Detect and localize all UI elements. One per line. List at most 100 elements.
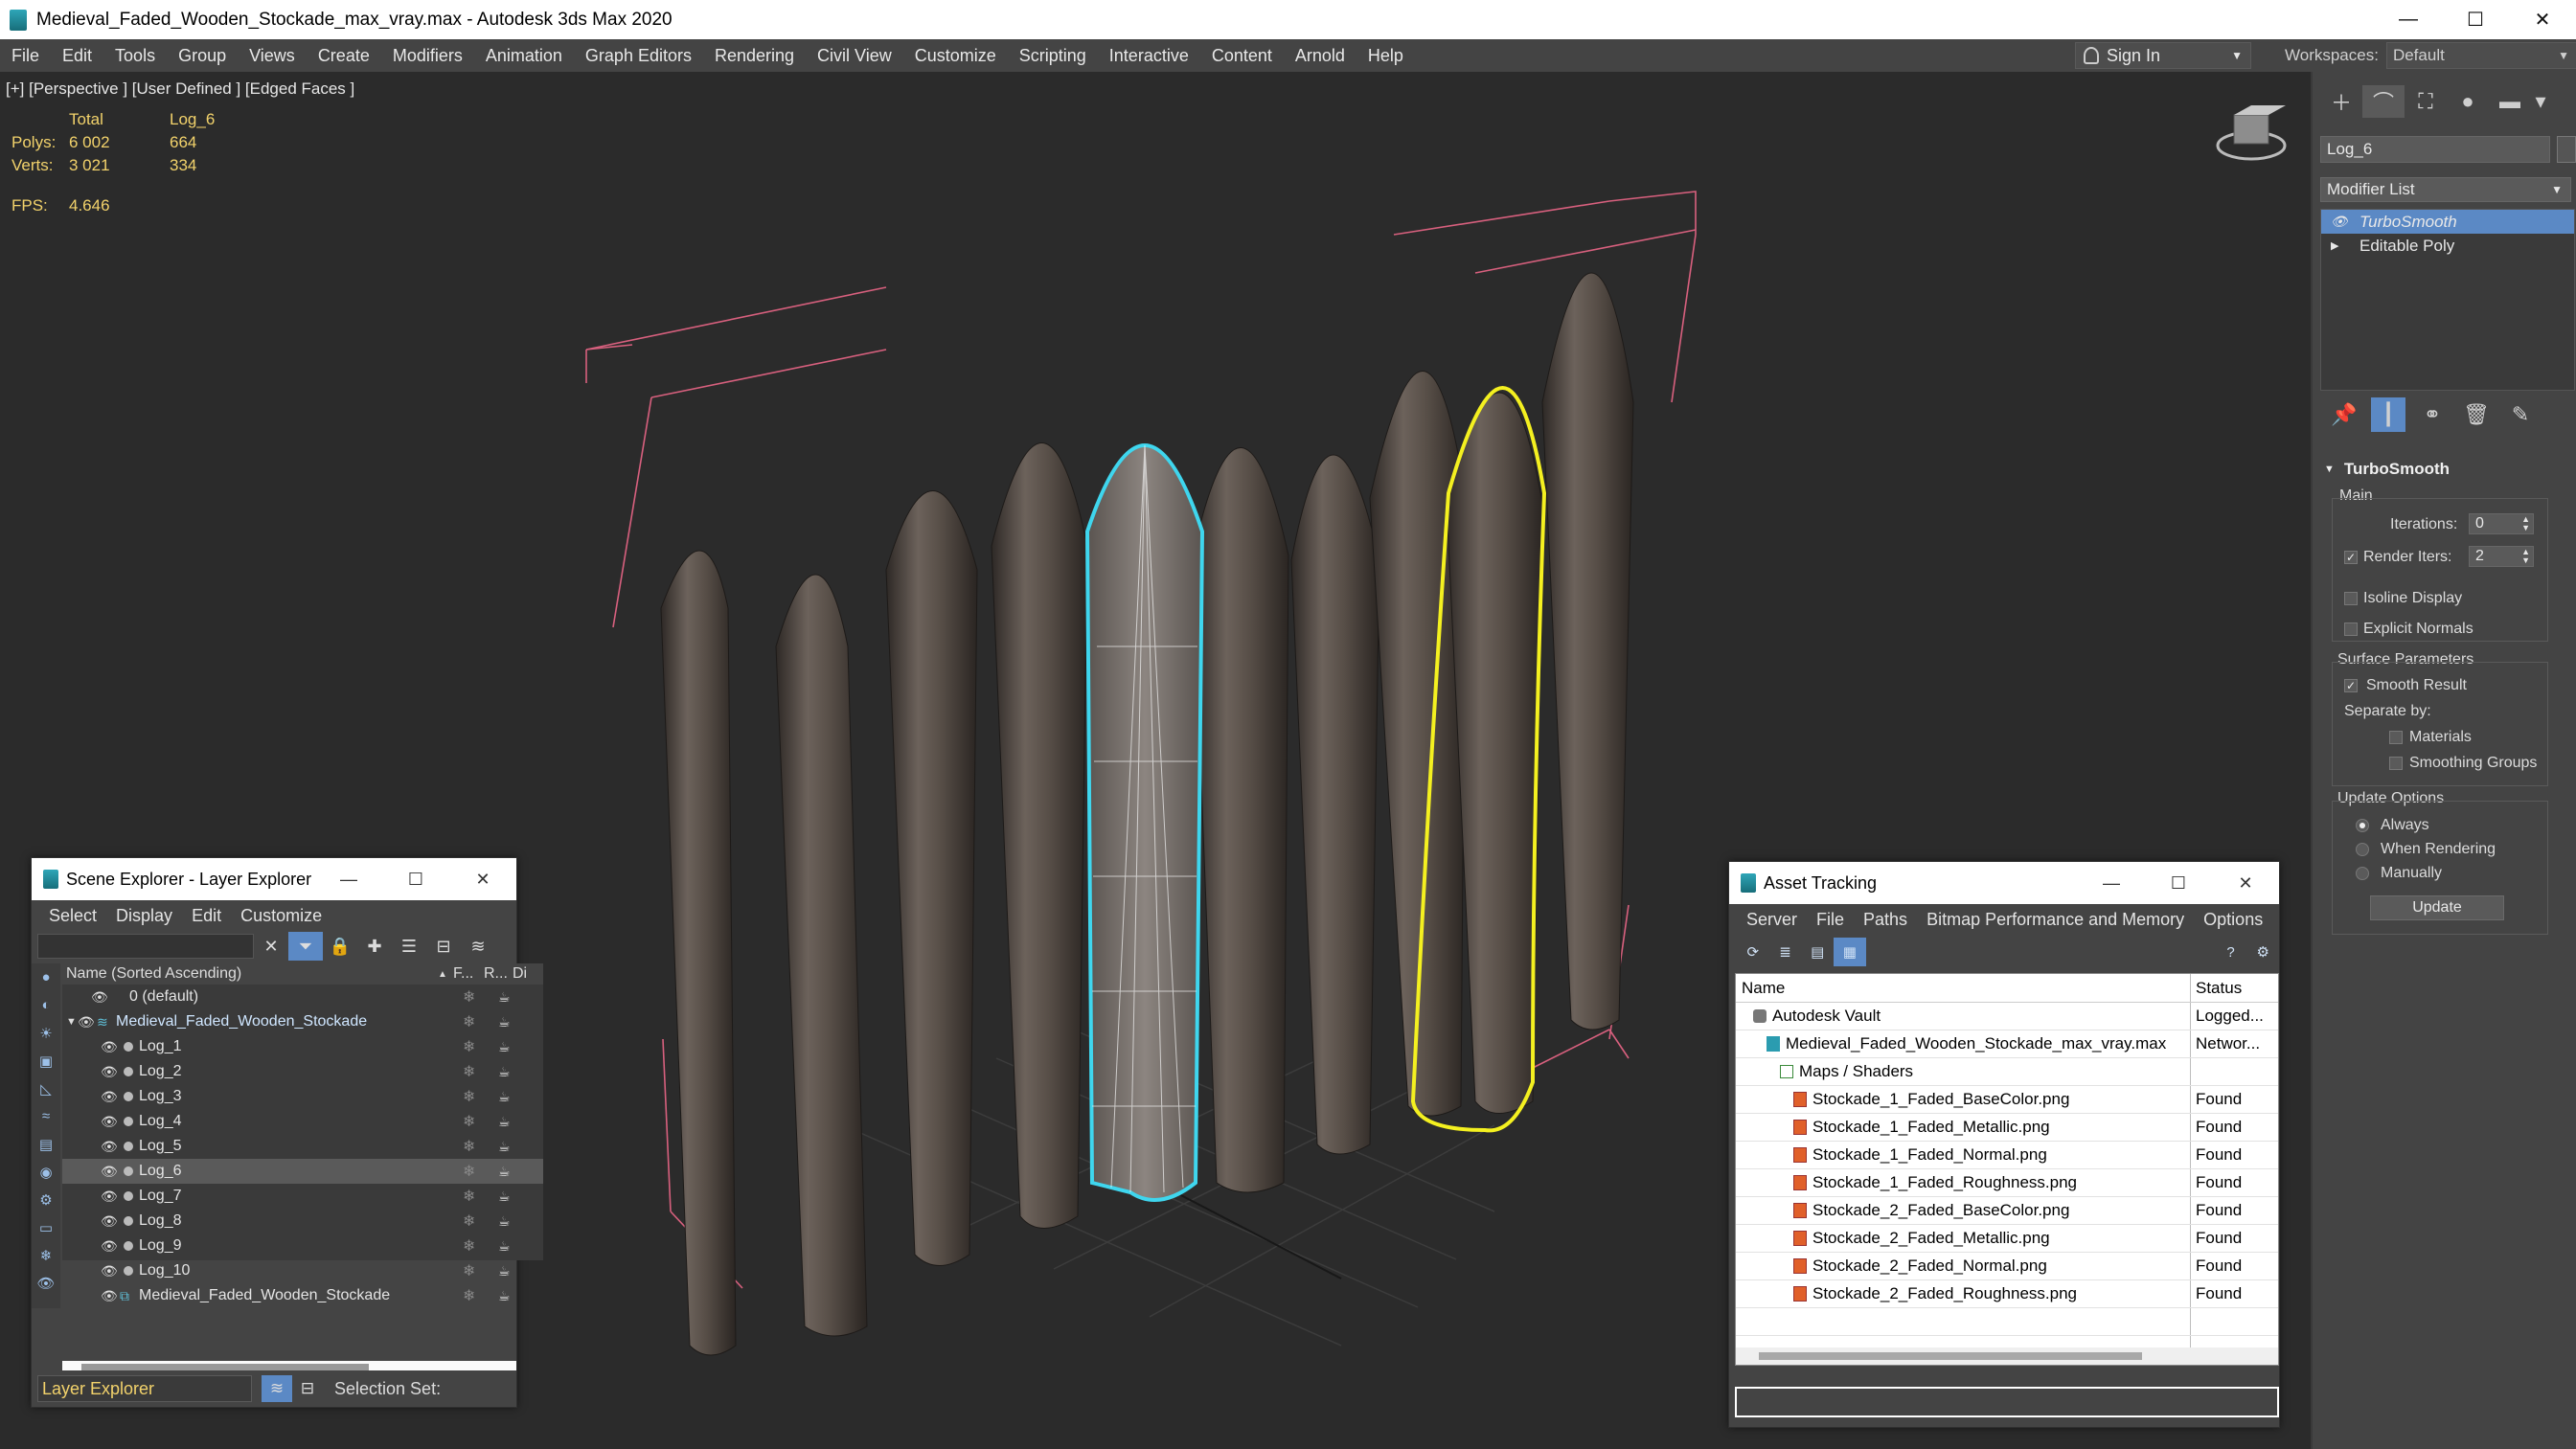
freeze-icon[interactable]: ❄ xyxy=(463,1112,475,1131)
at-scroll-thumb[interactable] xyxy=(1759,1352,2142,1360)
layer-explorer-dropdown[interactable]: Layer Explorer xyxy=(37,1375,252,1402)
maximize-button[interactable]: ☐ xyxy=(2442,0,2509,39)
freeze-icon[interactable]: ❄ xyxy=(463,1012,475,1031)
freeze-icon[interactable]: ❄ xyxy=(463,1236,475,1256)
at-menu-file[interactable]: File xyxy=(1807,910,1854,930)
maximize-button[interactable]: ☐ xyxy=(2145,862,2212,904)
menu-edit[interactable]: Edit xyxy=(51,46,103,66)
at-menu-paths[interactable]: Paths xyxy=(1854,910,1917,930)
show-end-result-icon[interactable]: ┃ xyxy=(2371,397,2405,432)
se-tree-row[interactable]: 👁 Log_10 ❄ ☕ xyxy=(62,1258,543,1283)
freeze-icon[interactable]: ❄ xyxy=(463,1187,475,1206)
menu-file[interactable]: File xyxy=(0,46,51,66)
se-menu-display[interactable]: Display xyxy=(106,906,182,926)
visibility-filter-icon[interactable]: 👁 xyxy=(32,1269,60,1297)
table-view-icon[interactable]: ▦ xyxy=(1834,938,1866,966)
renderable-teapot-icon[interactable]: ☕ xyxy=(498,989,511,1006)
freeze-icon[interactable]: ❄ xyxy=(463,1037,475,1056)
settings-icon[interactable]: ⚙ xyxy=(2246,938,2279,966)
renderable-teapot-icon[interactable]: ☕ xyxy=(498,1139,511,1155)
smoothing-groups-checkbox[interactable] xyxy=(2389,757,2403,770)
clear-search-icon[interactable]: ✕ xyxy=(254,932,288,961)
eye-icon[interactable]: 👁 xyxy=(101,1164,118,1180)
renderable-teapot-icon[interactable]: ☕ xyxy=(498,1213,511,1230)
render-iters-spinner[interactable]: 2 ▲ ▼ xyxy=(2469,546,2534,567)
freeze-icon[interactable]: ❄ xyxy=(463,1062,475,1081)
update-button[interactable]: Update xyxy=(2370,895,2504,920)
frozen-filter-icon[interactable]: ❄ xyxy=(32,1241,60,1269)
se-tree-row[interactable]: 👁 Log_9 ❄ ☕ xyxy=(62,1234,543,1258)
turbosmooth-rollout-header[interactable]: ▼ TurboSmooth xyxy=(2324,460,2450,479)
menu-animation[interactable]: Animation xyxy=(474,46,574,66)
object-name-field[interactable]: Log_6 xyxy=(2320,136,2550,163)
asset-row[interactable]: Stockade_2_Faded_Normal.png Found xyxy=(1736,1253,2278,1280)
hierarchy-icon[interactable]: ⊟ xyxy=(292,1379,323,1398)
render-iters-checkbox[interactable]: ✓ xyxy=(2344,551,2358,564)
renderable-teapot-icon[interactable]: ☕ xyxy=(498,1014,511,1030)
isoline-display-checkbox[interactable] xyxy=(2344,592,2358,605)
modifier-list-dropdown[interactable]: Modifier List ▼ xyxy=(2320,177,2571,202)
filter-icon[interactable]: ⏷ xyxy=(288,932,323,961)
renderable-teapot-icon[interactable]: ☕ xyxy=(498,1114,511,1130)
eye-icon[interactable]: 👁 xyxy=(78,1014,95,1030)
freeze-icon[interactable]: ❄ xyxy=(463,1211,475,1231)
help-icon[interactable]: ? xyxy=(2215,938,2247,966)
asset-row[interactable]: Medieval_Faded_Wooden_Stockade_max_vray.… xyxy=(1736,1030,2278,1058)
minimize-button[interactable]: — xyxy=(2078,862,2145,904)
eye-icon[interactable]: 👁 xyxy=(101,1213,118,1230)
spinner-arrows-icon[interactable]: ▲ ▼ xyxy=(2521,515,2530,532)
menu-create[interactable]: Create xyxy=(307,46,381,66)
asset-row[interactable]: Autodesk Vault Logged... xyxy=(1736,1003,2278,1030)
lock-icon[interactable]: 🔒 xyxy=(323,932,357,961)
minimize-button[interactable]: — xyxy=(315,858,382,900)
pin-stack-icon[interactable]: 📌 xyxy=(2322,397,2366,432)
menu-interactive[interactable]: Interactive xyxy=(1098,46,1200,66)
details-view-icon[interactable]: ▤ xyxy=(1801,938,1834,966)
stack-layers-icon[interactable]: ≋ xyxy=(461,932,495,961)
asset-row[interactable]: Stockade_1_Faded_Normal.png Found xyxy=(1736,1142,2278,1169)
close-button[interactable]: ✕ xyxy=(2509,0,2576,39)
expand-triangle-icon[interactable]: ▶ xyxy=(2331,239,2344,252)
se-tree-row[interactable]: 👁 Log_8 ❄ ☕ xyxy=(62,1209,543,1234)
column-separator[interactable] xyxy=(2190,974,2191,1002)
hierarchy-tab-icon[interactable]: ⛶ xyxy=(2405,85,2447,118)
renderable-teapot-icon[interactable]: ☕ xyxy=(498,1039,511,1055)
bones-filter-icon[interactable]: ⚙ xyxy=(32,1186,60,1213)
close-button[interactable]: ✕ xyxy=(2212,862,2279,904)
renderable-teapot-icon[interactable]: ☕ xyxy=(498,1064,511,1080)
hierarchy-icon[interactable]: ⊟ xyxy=(426,932,461,961)
freeze-icon[interactable]: ❄ xyxy=(463,987,475,1007)
renderable-teapot-icon[interactable]: ☕ xyxy=(498,1288,511,1304)
smooth-result-checkbox[interactable]: ✓ xyxy=(2344,679,2358,692)
se-tree-row[interactable]: 👁 Log_4 ❄ ☕ xyxy=(62,1109,543,1134)
object-color-swatch[interactable] xyxy=(2557,136,2576,163)
scene-explorer-titlebar[interactable]: Scene Explorer - Layer Explorer — ☐ ✕ xyxy=(32,858,516,900)
asset-row[interactable]: Stockade_1_Faded_BaseColor.png Found xyxy=(1736,1086,2278,1114)
lights-filter-icon[interactable]: ☀ xyxy=(32,1019,60,1047)
asset-tracking-titlebar[interactable]: Asset Tracking — ☐ ✕ xyxy=(1729,862,2279,904)
freeze-icon[interactable]: ❄ xyxy=(463,1261,475,1280)
menu-rendering[interactable]: Rendering xyxy=(703,46,806,66)
menu-graph-editors[interactable]: Graph Editors xyxy=(574,46,703,66)
layers-icon[interactable]: ≋ xyxy=(262,1375,292,1402)
asset-row[interactable]: Stockade_2_Faded_Roughness.png Found xyxy=(1736,1280,2278,1308)
menu-scripting[interactable]: Scripting xyxy=(1008,46,1098,66)
xrefs-filter-icon[interactable]: ◉ xyxy=(32,1158,60,1186)
renderable-teapot-icon[interactable]: ☕ xyxy=(498,1263,511,1279)
configure-sets-icon[interactable]: ✎ xyxy=(2498,397,2542,432)
eye-icon[interactable]: 👁 xyxy=(101,1114,118,1130)
eye-icon[interactable]: 👁 xyxy=(101,1089,118,1105)
asset-row[interactable]: Stockade_1_Faded_Roughness.png Found xyxy=(1736,1169,2278,1197)
make-unique-icon[interactable]: ⚭ xyxy=(2410,397,2454,432)
freeze-icon[interactable]: ❄ xyxy=(463,1286,475,1305)
at-menu-bitmap-performance[interactable]: Bitmap Performance and Memory xyxy=(1917,910,2194,930)
se-col-render[interactable]: R... xyxy=(484,965,513,983)
se-col-name[interactable]: Name (Sorted Ascending) xyxy=(62,965,438,983)
stack-item-editable-poly[interactable]: ▶ Editable Poly xyxy=(2321,234,2574,258)
se-menu-customize[interactable]: Customize xyxy=(231,906,331,926)
search-input[interactable] xyxy=(37,934,254,959)
spinner-arrows-icon[interactable]: ▲ ▼ xyxy=(2521,548,2530,565)
se-tree-row[interactable]: 👁 0 (default) ❄ ☕ xyxy=(62,985,543,1009)
se-tree-row[interactable]: 👁 ⧉ Medieval_Faded_Wooden_Stockade ❄ ☕ xyxy=(62,1283,543,1308)
se-tree-row[interactable]: ▼ 👁 ≋ Medieval_Faded_Wooden_Stockade ❄ ☕ xyxy=(62,1009,543,1034)
